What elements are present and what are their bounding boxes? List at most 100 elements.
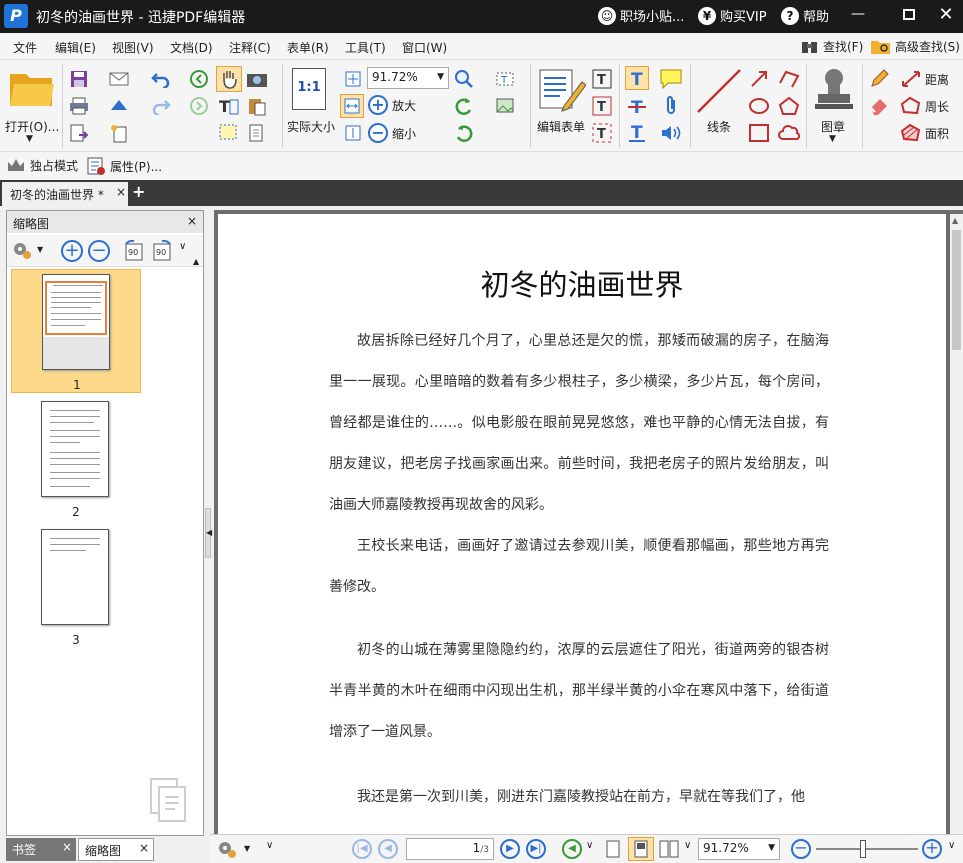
next-page-icon[interactable]: ▶: [500, 839, 520, 859]
zoom-in-button[interactable]: + 放大: [368, 95, 416, 115]
thumbnail-page-2[interactable]: 2: [11, 397, 141, 521]
first-page-icon[interactable]: |◀: [352, 839, 372, 859]
scroll-up-icon[interactable]: ▲: [952, 216, 958, 225]
close-window-button[interactable]: ✕: [934, 4, 958, 25]
select-area-icon[interactable]: [218, 122, 240, 144]
zoom-in-thumb-icon[interactable]: +: [61, 240, 83, 262]
add-tab-icon[interactable]: +: [132, 182, 145, 201]
gear-icon[interactable]: [216, 838, 238, 860]
thumbnail-page-3[interactable]: 3: [11, 525, 141, 649]
zoom-select[interactable]: 91.72% ▼: [367, 67, 449, 89]
gear-icon[interactable]: [11, 239, 33, 261]
menu-view[interactable]: 视图(V): [112, 39, 154, 56]
hand-tool-icon[interactable]: [216, 66, 242, 92]
sidebar-collapse-handle[interactable]: ◀: [205, 508, 212, 558]
zoom-in-status-icon[interactable]: +: [922, 839, 942, 859]
underline-icon[interactable]: T: [626, 122, 648, 144]
page-number-input[interactable]: 1/3: [406, 838, 494, 860]
email-icon[interactable]: [108, 68, 130, 90]
text-box-icon[interactable]: T: [591, 68, 613, 90]
menu-comment[interactable]: 注释(C): [229, 39, 271, 56]
tab-thumbnails[interactable]: 缩略图 ×: [78, 838, 154, 861]
select-text-icon[interactable]: T: [218, 95, 240, 117]
menu-tools[interactable]: 工具(T): [345, 39, 386, 56]
exclusive-mode-button[interactable]: 独占模式: [6, 156, 78, 174]
menu-window[interactable]: 窗口(W): [402, 39, 447, 56]
rotate-ccw-page-icon[interactable]: 90: [123, 240, 145, 262]
advanced-find-button[interactable]: 高级查找(S): [870, 36, 960, 56]
eraser-tool-icon[interactable]: [868, 95, 890, 117]
polygon-line-icon[interactable]: [778, 68, 800, 90]
back-view-icon[interactable]: ◀: [562, 839, 582, 859]
fit-page-icon[interactable]: [342, 68, 364, 90]
rotate-cw-page-icon[interactable]: 90: [151, 240, 173, 262]
cloud-icon[interactable]: [778, 122, 800, 144]
typewriter-icon[interactable]: T: [625, 66, 649, 90]
edit-form-button[interactable]: [538, 66, 587, 112]
perimeter-button[interactable]: 周长: [900, 96, 949, 116]
rotate-right-icon[interactable]: [453, 122, 475, 144]
help-link[interactable]: ? 帮助: [781, 6, 829, 25]
zoom-out-thumb-icon[interactable]: −: [88, 240, 110, 262]
snapshot-icon[interactable]: [246, 68, 268, 90]
previous-page-icon[interactable]: ◀: [378, 839, 398, 859]
ellipse-icon[interactable]: [748, 95, 770, 117]
undo-icon[interactable]: [150, 68, 172, 90]
attachment-icon[interactable]: [660, 95, 682, 117]
export-icon[interactable]: [68, 122, 90, 144]
more-chevron-icon[interactable]: ∨: [266, 840, 273, 851]
pdf-page[interactable]: 初冬的油画世界 故居拆除已经好几个月了，心里总还是欠的慌，那矮而破漏的房子，在脑…: [218, 214, 946, 835]
more-chevron-icon[interactable]: ∨: [586, 840, 593, 851]
thumbnail-page-1[interactable]: 1: [11, 269, 141, 393]
two-page-icon[interactable]: [658, 838, 680, 860]
continuous-page-icon[interactable]: [628, 837, 654, 861]
more-chevron-icon[interactable]: ∨: [179, 241, 186, 252]
fit-visible-icon[interactable]: [342, 122, 364, 144]
minimize-button[interactable]: —: [846, 6, 870, 26]
vip-link[interactable]: ¥ 购买VIP: [698, 6, 767, 25]
status-zoom-select[interactable]: 91.72% ▼: [698, 838, 780, 860]
pencil-icon[interactable]: [868, 68, 890, 90]
save-icon[interactable]: [68, 68, 90, 90]
text-field-icon[interactable]: T: [494, 68, 516, 90]
vertical-scrollbar[interactable]: ▲: [950, 214, 963, 835]
arrow-icon[interactable]: [748, 68, 770, 90]
distance-button[interactable]: 距离: [900, 69, 949, 89]
tab-bookmarks[interactable]: 书签 ×: [6, 838, 76, 861]
menu-edit[interactable]: 编辑(E): [55, 39, 96, 56]
maximize-button[interactable]: [897, 6, 921, 26]
menu-document[interactable]: 文档(D): [170, 39, 213, 56]
actual-size-button[interactable]: 1:1: [292, 68, 326, 110]
pentagon-icon[interactable]: [778, 95, 800, 117]
rotate-left-icon[interactable]: [453, 95, 475, 117]
rectangle-icon[interactable]: [748, 122, 770, 144]
print-icon[interactable]: [68, 95, 90, 117]
menu-file[interactable]: 文件: [13, 39, 37, 56]
last-page-icon[interactable]: ▶|: [526, 839, 546, 859]
tab-close-icon[interactable]: ×: [139, 841, 149, 855]
zoom-out-button[interactable]: − 缩小: [368, 123, 416, 143]
back-arrow-icon[interactable]: [188, 68, 210, 90]
callout-icon[interactable]: T: [591, 122, 613, 144]
menu-form[interactable]: 表单(R): [287, 39, 329, 56]
new-document-icon[interactable]: [108, 122, 130, 144]
find-button[interactable]: 查找(F): [800, 36, 863, 56]
text-box-red-icon[interactable]: T: [591, 95, 613, 117]
tab-close-icon[interactable]: ×: [116, 185, 126, 199]
line-tool-button[interactable]: [694, 66, 744, 116]
strikeout-icon[interactable]: T: [626, 95, 648, 117]
scroll-top-icon[interactable]: ▲: [193, 257, 199, 266]
eraser-icon[interactable]: [108, 95, 130, 117]
zoom-slider-thumb[interactable]: [860, 840, 866, 858]
magnifier-icon[interactable]: [453, 68, 475, 90]
zoom-out-status-icon[interactable]: −: [791, 839, 811, 859]
stamp-button[interactable]: [812, 66, 856, 112]
properties-button[interactable]: 属性(P)...: [86, 156, 162, 176]
scrollbar-thumb[interactable]: [952, 230, 961, 350]
tab-close-icon[interactable]: ×: [62, 840, 72, 854]
panel-close-icon[interactable]: ×: [187, 214, 197, 228]
note-icon[interactable]: [660, 68, 682, 90]
more-chevron-icon[interactable]: ∨: [684, 840, 691, 851]
image-icon[interactable]: [494, 95, 516, 117]
tab-document[interactable]: 初冬的油画世界 * ×: [2, 182, 128, 206]
